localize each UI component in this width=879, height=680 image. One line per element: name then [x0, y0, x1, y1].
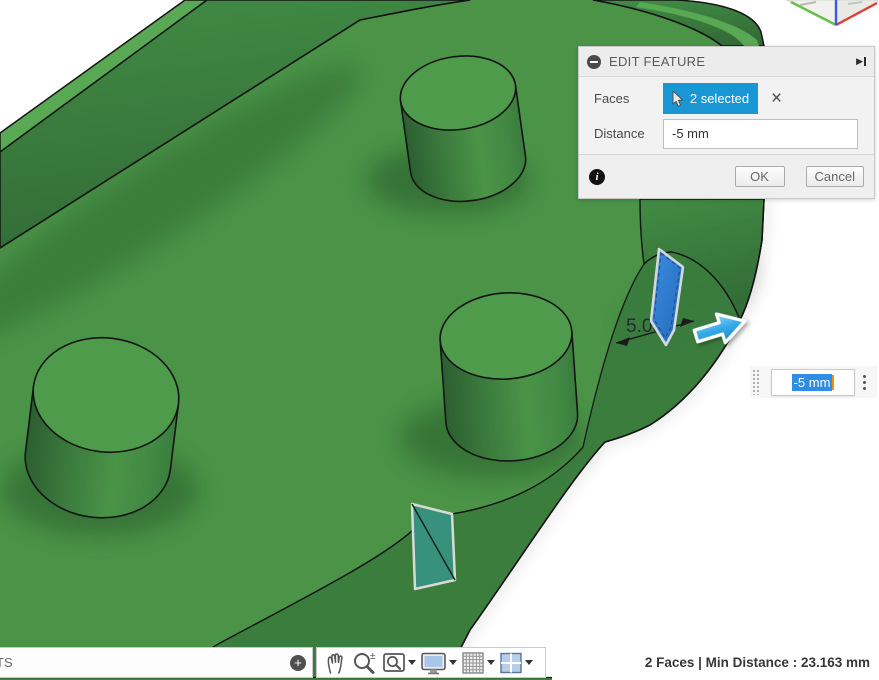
text-caret — [832, 375, 834, 390]
grid-snaps-tool[interactable] — [459, 648, 497, 677]
distance-input[interactable] — [663, 119, 858, 149]
distance-label: Distance — [594, 126, 663, 141]
comments-bar[interactable]: TS + — [0, 647, 313, 678]
viewports-icon — [499, 650, 523, 676]
viewports-caret-icon[interactable] — [525, 660, 533, 665]
pan-hand-icon — [323, 650, 347, 676]
pan-tool[interactable] — [321, 648, 349, 677]
faces-label: Faces — [594, 91, 663, 106]
ok-button[interactable]: OK — [735, 166, 785, 187]
selected-face-bottom[interactable] — [412, 504, 455, 589]
fit-view-caret-icon[interactable] — [408, 660, 416, 665]
display-settings-icon — [420, 650, 447, 676]
viewports-tool[interactable] — [497, 648, 535, 677]
faces-row: Faces 2 selected × — [579, 81, 874, 116]
dialog-footer: i OK Cancel — [579, 154, 874, 198]
display-settings-tool[interactable] — [418, 648, 459, 677]
cancel-button[interactable]: Cancel — [806, 166, 864, 187]
drag-handle-icon[interactable] — [752, 369, 761, 395]
kebab-menu-icon[interactable] — [863, 375, 866, 390]
faces-selection-count: 2 selected — [690, 91, 749, 106]
dialog-titlebar[interactable]: EDIT FEATURE ▶ — [579, 47, 874, 77]
distance-row: Distance — [579, 116, 874, 151]
dialog-title: EDIT FEATURE — [609, 54, 856, 69]
cursor-arrow-icon — [672, 91, 685, 107]
cylinder-boss-center[interactable] — [437, 289, 580, 466]
zoom-tool[interactable]: ± — [349, 648, 380, 677]
dock-panel-icon[interactable]: ▶ — [856, 57, 866, 66]
floating-distance-input[interactable]: -5 mm — [771, 369, 855, 396]
edit-feature-dialog: EDIT FEATURE ▶ Faces 2 selected × Distan… — [578, 46, 875, 199]
grid-caret-icon[interactable] — [487, 660, 495, 665]
floating-value-widget: -5 mm — [750, 366, 877, 398]
zoom-magnifier-icon: ± — [351, 650, 378, 676]
info-icon[interactable]: i — [589, 169, 605, 185]
add-comment-icon[interactable]: + — [290, 655, 306, 671]
fit-view-tool[interactable] — [380, 648, 418, 677]
navigation-toolbar: ± — [316, 647, 546, 678]
display-settings-caret-icon[interactable] — [449, 660, 457, 665]
fit-view-icon — [382, 650, 406, 676]
collapse-circle-icon[interactable] — [587, 55, 601, 69]
view-cube[interactable] — [786, 0, 878, 25]
floating-distance-value: -5 mm — [792, 374, 833, 391]
cylinder-boss-top[interactable] — [395, 49, 530, 209]
comments-bar-text: TS — [0, 655, 13, 670]
faces-selection-chip[interactable]: 2 selected — [663, 83, 758, 114]
svg-text:±: ± — [370, 651, 376, 662]
selection-status-text: 2 Faces | Min Distance : 23.163 mm — [645, 655, 870, 670]
fusion-canvas: { "canvas": {"width": 879, "height": 680… — [0, 0, 879, 680]
grid-icon — [461, 650, 485, 676]
clear-selection-icon[interactable]: × — [771, 89, 782, 108]
